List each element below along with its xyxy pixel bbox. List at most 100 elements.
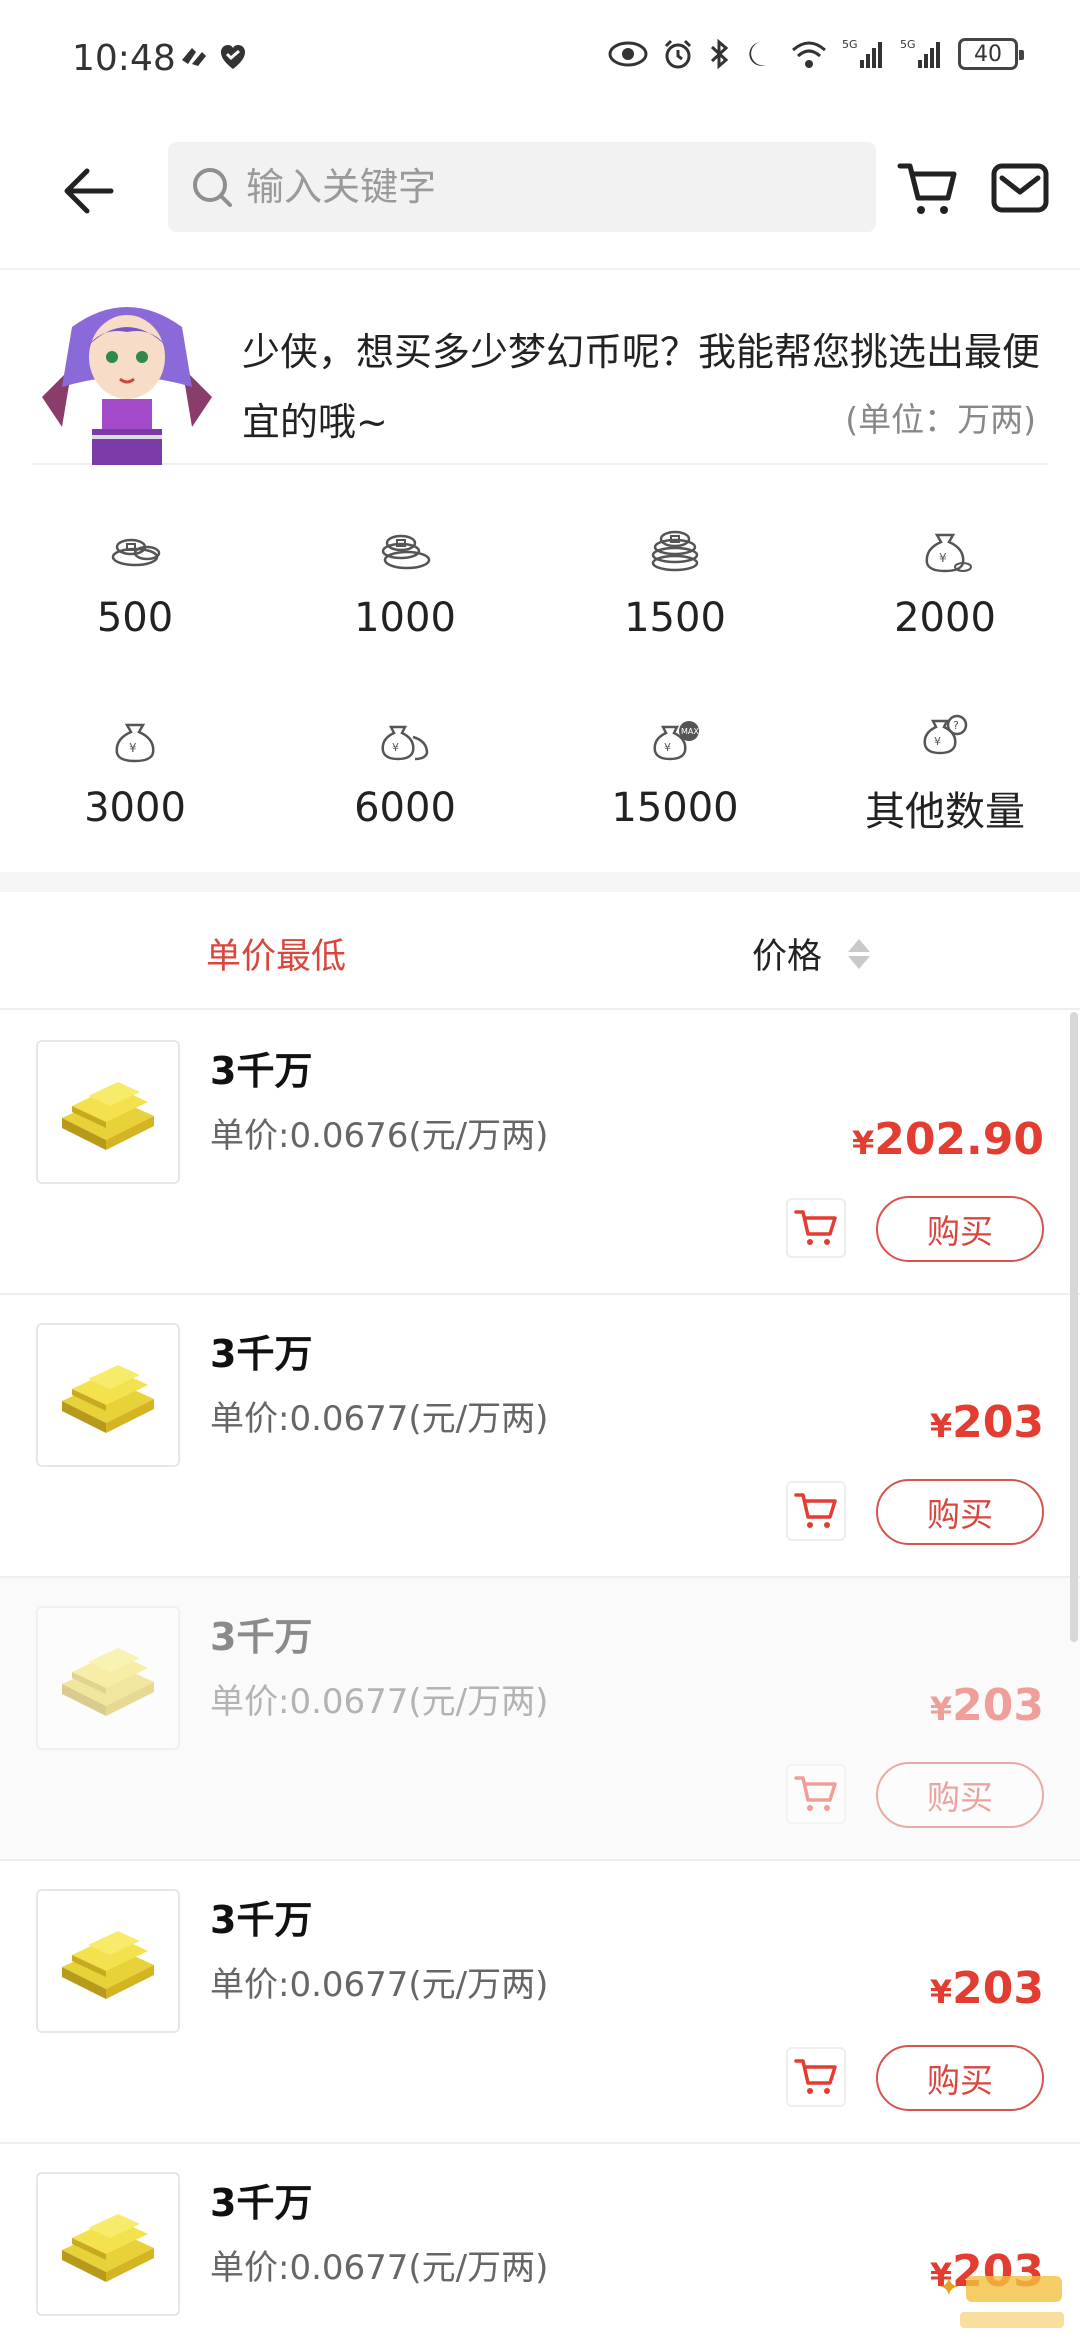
listing-list: 3千万 单价:0.0676(元/万两) ¥202.90 购买 3千万 单价:0.…	[0, 1012, 1080, 2340]
message-button[interactable]	[990, 158, 1050, 218]
listing-price: ¥202.90	[851, 1114, 1044, 1165]
listing-unit-price: 单价:0.0677(元/万两)	[210, 1965, 549, 2005]
search-input[interactable]	[246, 165, 846, 209]
cart-button[interactable]	[896, 156, 960, 220]
quantity-label: 6000	[354, 785, 456, 831]
search-header	[0, 120, 1080, 270]
listing-item[interactable]: 3千万 单价:0.0676(元/万两) ¥202.90 购买	[0, 1012, 1080, 1295]
back-arrow-icon	[64, 168, 114, 214]
buy-button[interactable]: 购买	[876, 1479, 1044, 1545]
quantity-option-other[interactable]: ¥? 其他数量	[810, 680, 1080, 870]
bluetooth-icon	[710, 38, 729, 70]
svg-text:¥: ¥	[664, 741, 671, 754]
status-right-icons: 5G 5G 40	[608, 38, 1024, 70]
signal-icon-2: 5G	[900, 38, 940, 68]
svg-text:¥: ¥	[934, 735, 941, 748]
coin-stack-small-icon	[111, 538, 161, 567]
svg-text:5G: 5G	[842, 38, 858, 51]
svg-text:✦: ✦	[938, 2273, 960, 2303]
add-to-cart-button[interactable]	[786, 1764, 846, 1824]
hint-banner: 少侠，想买多少梦幻币呢？我能帮您挑选出最便宜的哦~ (单位：万两)	[32, 275, 1048, 465]
quantity-option-500[interactable]: 500	[0, 490, 270, 680]
quantity-option-1000[interactable]: 1000	[270, 490, 540, 680]
add-to-cart-button[interactable]	[786, 2047, 846, 2107]
mascot-image	[32, 287, 222, 465]
listing-title: 3千万	[210, 1898, 313, 1942]
section-divider	[0, 872, 1080, 892]
add-to-cart-button[interactable]	[786, 1198, 846, 1258]
sort-price-label: 价格	[752, 937, 823, 977]
listing-price: ¥203	[929, 1397, 1044, 1448]
eye-icon	[608, 41, 648, 67]
quantity-label: 1500	[624, 595, 726, 641]
quantity-option-15000[interactable]: ¥ MAX 15000	[540, 680, 810, 870]
hint-unit: (单位：万两)	[845, 400, 1036, 439]
quantity-label: 500	[96, 595, 174, 641]
heart-shield-icon	[221, 45, 245, 69]
quantity-label: 1000	[354, 595, 456, 641]
svg-text:MAX: MAX	[681, 727, 699, 736]
svg-text:5G: 5G	[900, 38, 916, 51]
quantity-grid: 500 1000 1500 ¥ 2000 ¥ 3000 ¥ 6000 ¥ MAX …	[0, 490, 1080, 870]
listing-title: 3千万	[210, 2181, 313, 2225]
status-left-icons	[178, 42, 248, 72]
listing-item-disabled[interactable]: 3千万 单价:0.0677(元/万两) ¥203 购买	[0, 1578, 1080, 1861]
buy-button[interactable]: 购买	[876, 1196, 1044, 1262]
cart-icon	[794, 2059, 837, 2094]
listing-unit-price: 单价:0.0677(元/万两)	[210, 1682, 549, 1722]
quantity-label: 2000	[894, 595, 996, 641]
quantity-label: 其他数量	[865, 789, 1025, 835]
gold-bar-image	[36, 1040, 180, 1184]
mail-icon	[991, 163, 1049, 213]
gold-bar-image	[36, 1323, 180, 1467]
cart-icon	[794, 1210, 837, 1245]
quantity-option-1500[interactable]: 1500	[540, 490, 810, 680]
money-bag-question-icon: ¥?	[923, 714, 968, 755]
money-bag-icon: ¥	[925, 533, 972, 573]
listing-item[interactable]: 3千万 单价:0.0677(元/万两) ¥203 购买	[0, 1295, 1080, 1578]
search-icon	[190, 165, 234, 209]
listing-price: ¥203	[929, 1963, 1044, 2014]
quantity-option-2000[interactable]: ¥ 2000	[810, 490, 1080, 680]
sort-lowest-unit-price[interactable]: 单价最低	[206, 928, 346, 979]
listing-item[interactable]: 3千万 单价:0.0677(元/万两) ¥203 购买	[0, 1861, 1080, 2144]
listing-item[interactable]: 3千万 单价:0.0677(元/万两) ¥203	[0, 2144, 1080, 2340]
watermark-logo: ✦	[930, 2262, 1070, 2340]
money-bags-icon: ¥	[381, 725, 429, 761]
gold-bar-image	[36, 1606, 180, 1750]
money-bag-icon: ¥	[115, 723, 155, 763]
quantity-option-3000[interactable]: ¥ 3000	[0, 680, 270, 870]
money-bag-max-icon: ¥ MAX	[653, 721, 699, 761]
buy-button[interactable]: 购买	[876, 1762, 1044, 1828]
buy-button[interactable]: 购买	[876, 2045, 1044, 2111]
coin-stack-medium-icon	[381, 534, 431, 570]
sort-price[interactable]: 价格	[752, 928, 871, 979]
wifi-icon	[792, 41, 826, 68]
listing-title: 3千万	[210, 1332, 313, 1376]
svg-text:¥: ¥	[392, 741, 399, 754]
coin-stack-large-icon	[651, 530, 699, 572]
add-to-cart-button[interactable]	[786, 1481, 846, 1541]
signal-icon: 5G	[842, 38, 882, 68]
quantity-label: 15000	[611, 785, 739, 831]
back-button[interactable]	[52, 156, 122, 226]
listing-unit-price: 单价:0.0676(元/万两)	[210, 1116, 549, 1156]
quantity-label: 3000	[84, 785, 186, 831]
alarm-icon	[664, 39, 692, 69]
scrollbar[interactable]	[1070, 1012, 1078, 1642]
sort-bar: 单价最低 价格	[0, 892, 1080, 1010]
svg-text:¥: ¥	[129, 741, 137, 755]
cart-icon	[897, 163, 957, 214]
listing-title: 3千万	[210, 1049, 313, 1093]
listing-unit-price: 单价:0.0677(元/万两)	[210, 1399, 549, 1439]
cart-icon	[794, 1776, 837, 1811]
listing-unit-price: 单价:0.0677(元/万两)	[210, 2248, 549, 2288]
status-time: 10:48	[72, 38, 176, 79]
gold-bar-image	[36, 1889, 180, 2033]
status-bar: 10:48 5G 5G 40	[0, 0, 1080, 120]
search-box[interactable]	[168, 142, 876, 232]
svg-text:¥: ¥	[939, 551, 947, 565]
listing-price: ¥203	[929, 1680, 1044, 1731]
quantity-option-6000[interactable]: ¥ 6000	[270, 680, 540, 870]
battery-icon: 40	[958, 38, 1024, 70]
